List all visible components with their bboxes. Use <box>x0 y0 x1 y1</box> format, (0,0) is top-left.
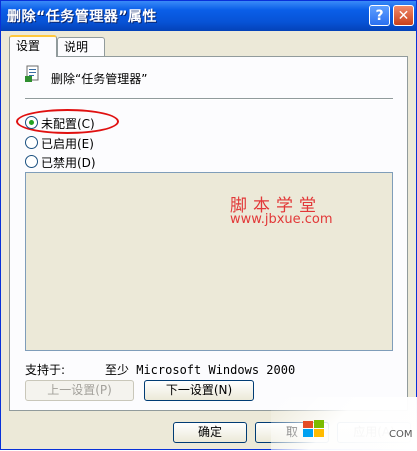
supported-on-label: 支持于: <box>25 363 66 377</box>
help-button[interactable]: ? <box>369 5 390 26</box>
previous-setting-button[interactable]: 上一设置(P) <box>25 380 134 401</box>
separator <box>25 98 393 100</box>
supported-on-value: 至少 Microsoft Windows 2000 <box>105 363 296 377</box>
explain-box <box>25 172 393 351</box>
policy-icon <box>25 65 39 82</box>
radio-enabled[interactable] <box>25 136 38 149</box>
corner-watermark-text: COM <box>389 429 413 440</box>
option-label: 未配置(C) <box>41 117 95 131</box>
title-bar[interactable]: 删除“任务管理器”属性 ? ✕ <box>1 1 416 31</box>
tab-settings[interactable]: 设置 <box>9 35 57 57</box>
policy-name: 删除“任务管理器” <box>51 72 148 86</box>
option-label: 已禁用(D) <box>41 156 96 170</box>
windows-logo-icon <box>303 420 324 437</box>
tab-explain[interactable]: 说明 <box>57 37 105 56</box>
radio-not-configured[interactable] <box>25 116 38 129</box>
radio-disabled[interactable] <box>25 155 38 168</box>
settings-panel: 删除“任务管理器” 未配置(C) 已启用(E) 已禁用(D) 脚本学堂 www.… <box>9 56 408 411</box>
window-title: 删除“任务管理器”属性 <box>7 9 157 25</box>
next-setting-button[interactable]: 下一设置(N) <box>144 380 254 401</box>
properties-dialog: 删除“任务管理器”属性 ? ✕ 设置 说明 删除“任务管理器” 未配置(C) 已… <box>0 0 417 451</box>
close-button[interactable]: ✕ <box>393 5 414 26</box>
ok-button[interactable]: 确定 <box>173 422 247 443</box>
option-label: 已启用(E) <box>41 137 94 151</box>
watermark-url: www.jbxue.com <box>230 212 333 227</box>
